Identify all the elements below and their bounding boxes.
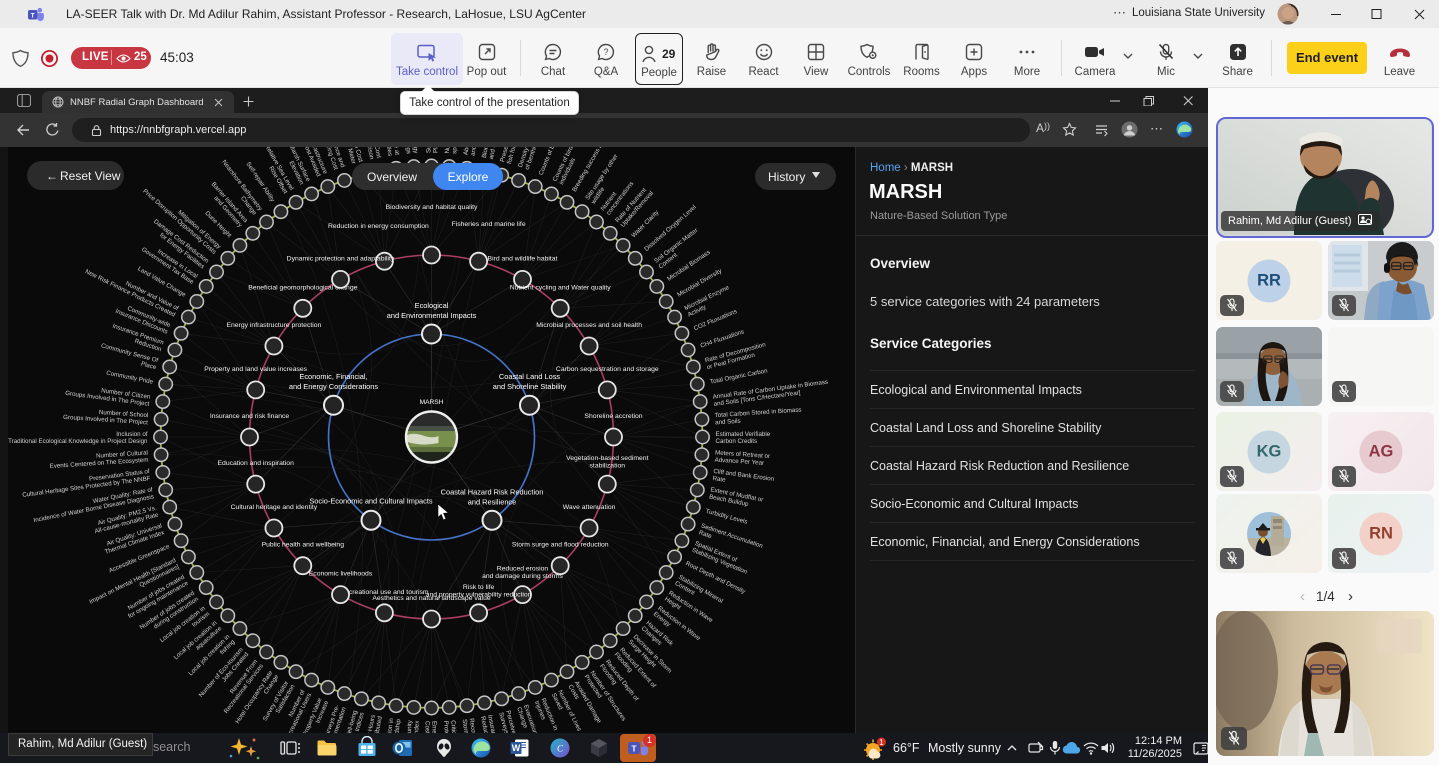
svg-text:Explore: Explore [448, 170, 489, 184]
svg-text:Shoreline accretion: Shoreline accretion [584, 413, 642, 420]
svg-text:Insurance and risk finance: Insurance and risk finance [210, 413, 290, 420]
svg-text:Reduction in energy consumptio: Reduction in energy consumption [328, 223, 429, 230]
svg-text:Survival Rate ofPlanted Vegeta: Survival Rate ofPlanted Vegetation [425, 147, 439, 153]
svg-text:Biodiversity and habitat quali: Biodiversity and habitat quality [386, 204, 478, 211]
svg-text:Recreational use and tourism: Recreational use and tourism [340, 589, 429, 596]
svg-text:C: C [557, 744, 564, 754]
svg-text:Socio-Economic and Cultural Im: Socio-Economic and Cultural Impacts [309, 496, 433, 505]
svg-text:Cultural heritage and identity: Cultural heritage and identity [231, 504, 318, 511]
svg-text:Coastal Land Lossand Shoreline: Coastal Land Lossand Shoreline Stability [493, 372, 567, 391]
svg-text:Bird and wildlife habitat: Bird and wildlife habitat [488, 255, 558, 262]
svg-text:Carbon sequestration and stora: Carbon sequestration and storage [556, 366, 659, 373]
svg-text:Wave attenuation: Wave attenuation [563, 504, 616, 511]
svg-text:W: W [512, 743, 521, 753]
svg-text:?: ? [603, 47, 608, 57]
svg-text:Economic livelihoods: Economic livelihoods [309, 571, 373, 578]
svg-text:Microbial processes and soil h: Microbial processes and soil health [536, 322, 642, 329]
svg-text:Reset View: Reset View [60, 169, 121, 183]
svg-text:Property and land value increa: Property and land value increases [204, 366, 307, 373]
svg-text:←: ← [46, 169, 58, 183]
svg-text:Storm surge and flood reductio: Storm surge and flood reduction [512, 542, 609, 549]
svg-text:29: 29 [662, 47, 676, 61]
svg-text:Aesthetics and natural landsca: Aesthetics and natural landscape value [372, 595, 490, 602]
svg-text:1: 1 [879, 738, 884, 747]
svg-text:Overview: Overview [367, 170, 417, 184]
svg-text:T: T [31, 12, 35, 19]
svg-text:Fisheries and marine life: Fisheries and marine life [452, 221, 526, 228]
svg-text:CommunityPreparedness Index: CommunityPreparedness Index [403, 719, 421, 733]
svg-text:Dynamic protection and adaptab: Dynamic protection and adaptability [287, 255, 395, 262]
svg-text:Nutrient cycling and Water qua: Nutrient cycling and Water quality [510, 284, 612, 291]
svg-text:Education and inspiration: Education and inspiration [218, 460, 295, 467]
svg-text:Emergency ResponseCosts Avoide: Emergency ResponseCosts Avoided [424, 721, 438, 733]
svg-text:T: T [631, 744, 637, 754]
svg-text:MARSH: MARSH [420, 399, 444, 406]
svg-text:History: History [768, 170, 805, 184]
svg-text:Public health and wellbeing: Public health and wellbeing [262, 542, 345, 549]
svg-text:Critical InfrastructureProtect: Critical InfrastructureProtected [442, 720, 460, 733]
svg-text:Energy infrastructure protecti: Energy infrastructure protection [226, 322, 321, 329]
svg-text:Economic, Financial,and Energy: Economic, Financial,and Energy Considera… [289, 372, 378, 391]
